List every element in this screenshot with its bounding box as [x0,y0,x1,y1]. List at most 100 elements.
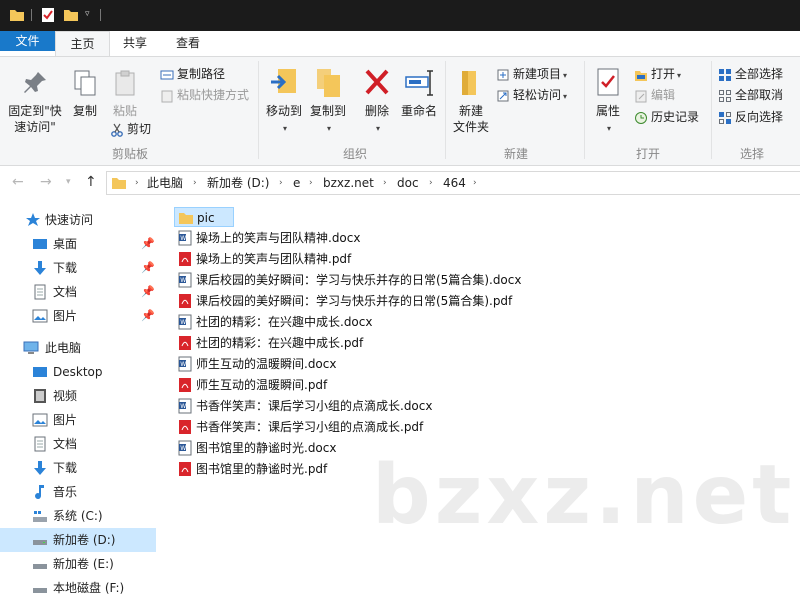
sidebar-item-drive-f[interactable]: 本地磁盘 (F:) [0,576,156,600]
word-document-icon: W [178,314,192,330]
sidebar-item-downloads-pc[interactable]: 下载 [0,456,156,480]
new-folder-button[interactable]: 新建 文件夹 [450,67,492,135]
quick-access-dropdown-icon[interactable]: ▿ [85,9,90,19]
sidebar-item-documents-pc[interactable]: 文档 [0,432,156,456]
pin-quick-access-button[interactable]: 固定到"快速访问" [4,69,66,135]
breadcrumb-this-pc[interactable]: 此电脑 [147,172,183,194]
paste-shortcut-button[interactable]: 粘贴快捷方式 [160,85,249,105]
open-dropdown-icon[interactable]: ▾ [677,71,681,80]
move-to-dropdown-icon[interactable]: ▾ [283,124,287,133]
pdf-document-icon [179,294,191,308]
file-name: 图书馆里的静谧时光.pdf [196,462,328,476]
sidebar-item-label: 文档 [53,437,78,451]
list-item[interactable]: pic [174,207,234,227]
breadcrumb-464[interactable]: 464 [443,172,466,194]
new-item-icon [497,69,509,80]
tab-view[interactable]: 查看 [162,31,214,56]
copy-to-icon [317,69,340,97]
pin-icon[interactable]: 📌 [141,280,155,304]
organize-group-label: 组织 [342,147,367,161]
sidebar-item-documents[interactable]: 文档 📌 [0,280,156,304]
pin-icon[interactable]: 📌 [141,232,155,256]
svg-text:W: W [180,277,186,284]
easy-access-button[interactable]: 轻松访问 ▾ [496,85,567,105]
breadcrumb-separator-icon[interactable]: › [429,172,433,194]
invert-selection-button[interactable]: 反向选择 [718,107,783,127]
copy-path-label: 复制路径 [177,67,226,81]
move-to-button[interactable]: 移动到 ▾ [264,67,304,137]
breadcrumb-separator-icon[interactable]: › [383,172,387,194]
properties-button[interactable]: 属性 ▾ [590,67,626,137]
rename-button[interactable]: 重命名 [398,67,440,119]
address-bar[interactable]: › 此电脑 › 新加卷 (D:) › e › bzxz.net › doc › … [106,171,800,195]
file-name: 操场上的笑声与团队精神.docx [196,231,361,245]
breadcrumb-separator-icon[interactable]: › [309,172,313,194]
sidebar-item-desktop-pc[interactable]: Desktop [0,360,156,384]
properties-icon[interactable] [40,7,56,23]
sidebar-item-videos[interactable]: 视频 [0,384,156,408]
delete-dropdown-icon[interactable]: ▾ [376,124,380,133]
file-name: 师生互动的温暖瞬间.docx [196,357,337,371]
tab-home[interactable]: 主页 [55,31,110,57]
sidebar-item-pictures[interactable]: 图片 📌 [0,304,156,328]
select-all-button[interactable]: 全部选择 [718,64,783,84]
copy-button[interactable]: 复制 [68,69,102,119]
edit-button[interactable]: 编辑 [634,85,675,105]
sidebar-item-label: 图片 [53,413,78,427]
sidebar-item-drive-e[interactable]: 新加卷 (E:) [0,552,156,576]
download-arrow-icon [34,461,46,475]
sidebar-item-this-pc[interactable]: 此电脑 [0,336,156,360]
up-arrow-icon[interactable]: ↑ [85,174,97,190]
back-arrow-icon[interactable]: ← [12,174,24,190]
new-folder-icon[interactable] [63,7,79,23]
paste-button[interactable]: 粘贴 [108,69,142,119]
tab-file[interactable]: 文件 [0,31,55,51]
folder-icon [179,213,193,224]
sidebar-item-music[interactable]: 音乐 [0,480,156,504]
new-item-dropdown-icon[interactable]: ▾ [563,71,567,80]
pin-icon[interactable]: 📌 [141,304,155,328]
rename-label: 重命名 [400,104,437,118]
star-icon [26,213,40,226]
breadcrumb-separator-icon[interactable]: › [473,172,477,194]
delete-button[interactable]: 删除 ▾ [360,67,394,137]
open-button[interactable]: 打开 ▾ [634,64,681,84]
copy-to-dropdown-icon[interactable]: ▾ [327,124,331,133]
sidebar-item-pictures-pc[interactable]: 图片 [0,408,156,432]
copy-path-button[interactable]: 复制路径 [160,64,225,84]
select-none-button[interactable]: 全部取消 [718,85,783,105]
tab-share[interactable]: 共享 [110,31,160,56]
breadcrumb-separator-icon[interactable]: › [135,172,139,194]
toolbar-separator [100,9,101,21]
history-button[interactable]: 历史记录 [634,107,699,127]
move-to-label: 移动到 [265,104,302,118]
sidebar-item-drive-c[interactable]: 系统 (C:) [0,504,156,528]
cut-button[interactable]: 剪切 [110,119,151,139]
breadcrumb-e[interactable]: e [293,172,300,194]
breadcrumb-separator-icon[interactable]: › [193,172,197,194]
group-separator [711,61,712,159]
copy-icon [74,70,96,96]
sidebar-item-desktop[interactable]: 桌面 📌 [0,232,156,256]
history-icon [635,111,647,124]
recent-locations-chevron-icon[interactable]: ▾ [66,177,71,187]
sidebar-item-drive-d[interactable]: 新加卷 (D:) [0,528,156,552]
breadcrumb-separator-icon[interactable]: › [279,172,283,194]
new-item-button[interactable]: 新建项目 ▾ [496,64,567,84]
forward-arrow-icon[interactable]: → [40,174,52,190]
folder-icon[interactable] [9,7,25,23]
copy-to-button[interactable]: 复制到 ▾ [308,67,348,137]
svg-text:W: W [180,403,186,410]
drive-icon [33,540,47,545]
sidebar-item-label: 快速访问 [45,213,94,227]
properties-dropdown-icon[interactable]: ▾ [607,124,611,133]
breadcrumb-drive-d[interactable]: 新加卷 (D:) [207,172,269,194]
sidebar-item-quick-access[interactable]: 快速访问 [0,208,156,232]
easy-access-dropdown-icon[interactable]: ▾ [563,92,567,101]
breadcrumb-doc[interactable]: doc [397,172,419,194]
sidebar-item-downloads[interactable]: 下载 📌 [0,256,156,280]
picture-icon [32,309,48,323]
breadcrumb-bzxz[interactable]: bzxz.net [323,172,374,194]
svg-text:W: W [180,445,186,452]
pin-icon[interactable]: 📌 [141,256,155,280]
